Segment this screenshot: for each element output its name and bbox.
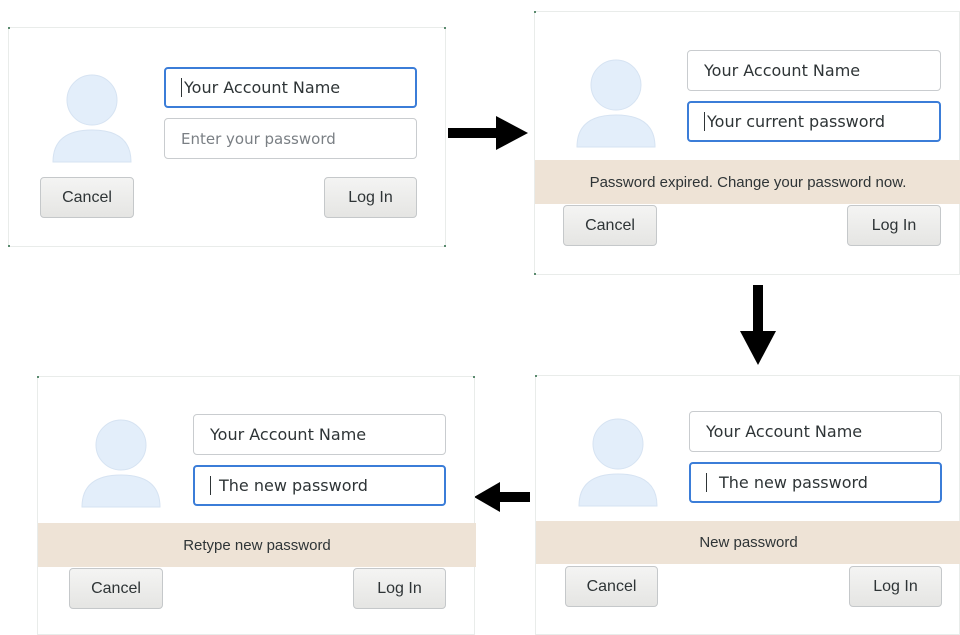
login-panel-4: Your Account Name The new password Retyp…: [37, 376, 476, 635]
account-name-field[interactable]: Your Account Name: [164, 67, 417, 108]
cancel-button[interactable]: Cancel: [565, 566, 658, 607]
arrow-left-icon: [474, 482, 530, 512]
status-banner: Retype new password: [38, 523, 476, 567]
retype-password-field[interactable]: The new password: [193, 465, 446, 506]
login-button[interactable]: Log In: [324, 177, 417, 218]
avatar-icon: [81, 419, 161, 508]
avatar-icon: [576, 59, 656, 148]
login-button[interactable]: Log In: [353, 568, 446, 609]
status-banner: Password expired. Change your password n…: [535, 160, 960, 204]
account-name-field[interactable]: Your Account Name: [687, 50, 941, 91]
password-field[interactable]: Enter your password: [164, 118, 417, 159]
arrow-down-icon: [740, 285, 776, 365]
login-panel-2: Your Account Name Your current password …: [534, 11, 960, 275]
status-banner: New password: [536, 521, 960, 564]
new-password-field[interactable]: The new password: [689, 462, 942, 503]
text-cursor: [704, 112, 705, 131]
cancel-button[interactable]: Cancel: [40, 177, 134, 218]
text-cursor: [181, 78, 182, 97]
text-cursor: [210, 476, 211, 495]
arrow-right-icon: [448, 116, 528, 150]
current-password-field[interactable]: Your current password: [687, 101, 941, 142]
login-panel-3: Your Account Name The new password New p…: [535, 375, 960, 635]
account-name-field[interactable]: Your Account Name: [193, 414, 446, 455]
login-panel-1: Your Account Name Enter your password Ca…: [8, 27, 446, 247]
text-cursor: [706, 473, 707, 492]
avatar-icon: [52, 74, 132, 163]
account-name-field[interactable]: Your Account Name: [689, 411, 942, 452]
avatar-icon: [578, 418, 658, 507]
cancel-button[interactable]: Cancel: [563, 205, 657, 246]
login-button[interactable]: Log In: [847, 205, 941, 246]
cancel-button[interactable]: Cancel: [69, 568, 163, 609]
login-button[interactable]: Log In: [849, 566, 942, 607]
